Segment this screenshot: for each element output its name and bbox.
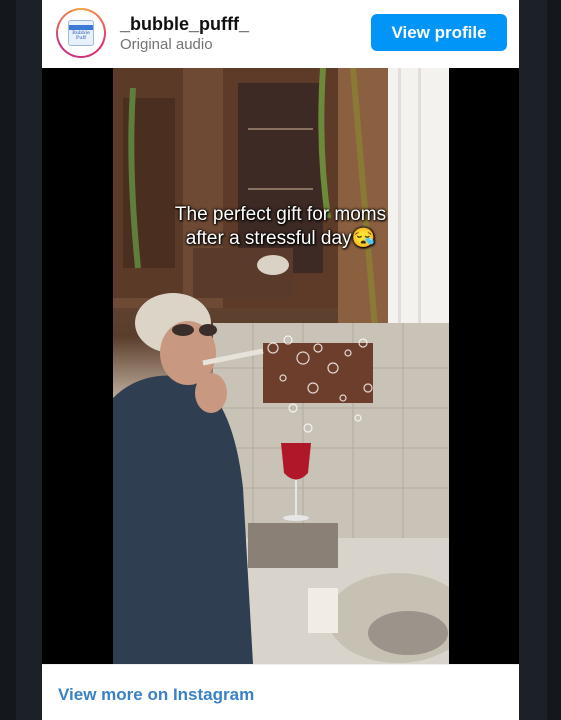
avatar-inner: Bubble Puff	[58, 10, 104, 56]
embed-footer: View more on Instagram	[42, 664, 519, 720]
view-profile-button[interactable]: View profile	[371, 14, 507, 51]
username[interactable]: _bubble_pufff_	[120, 14, 249, 35]
video-caption: The perfect gift for moms after a stress…	[42, 203, 519, 251]
embed-header: Bubble Puff _bubble_pufff_ Original audi…	[42, 0, 519, 68]
instagram-embed-card: Bubble Puff _bubble_pufff_ Original audi…	[42, 0, 519, 720]
caption-line-2: after a stressful day😪	[185, 228, 376, 249]
view-more-on-instagram-link[interactable]: View more on Instagram	[58, 685, 254, 705]
window-frame-right	[547, 0, 561, 720]
video-frame	[113, 68, 449, 664]
window-frame-left	[0, 0, 16, 720]
audio-label[interactable]: Original audio	[120, 36, 213, 53]
avatar[interactable]: Bubble Puff	[56, 8, 106, 58]
bubble-puff-logo-icon: Bubble Puff	[68, 20, 94, 46]
video-scene-illustration	[113, 68, 449, 664]
video-player[interactable]: The perfect gift for moms after a stress…	[42, 68, 519, 664]
caption-line-1: The perfect gift for moms	[174, 204, 387, 225]
